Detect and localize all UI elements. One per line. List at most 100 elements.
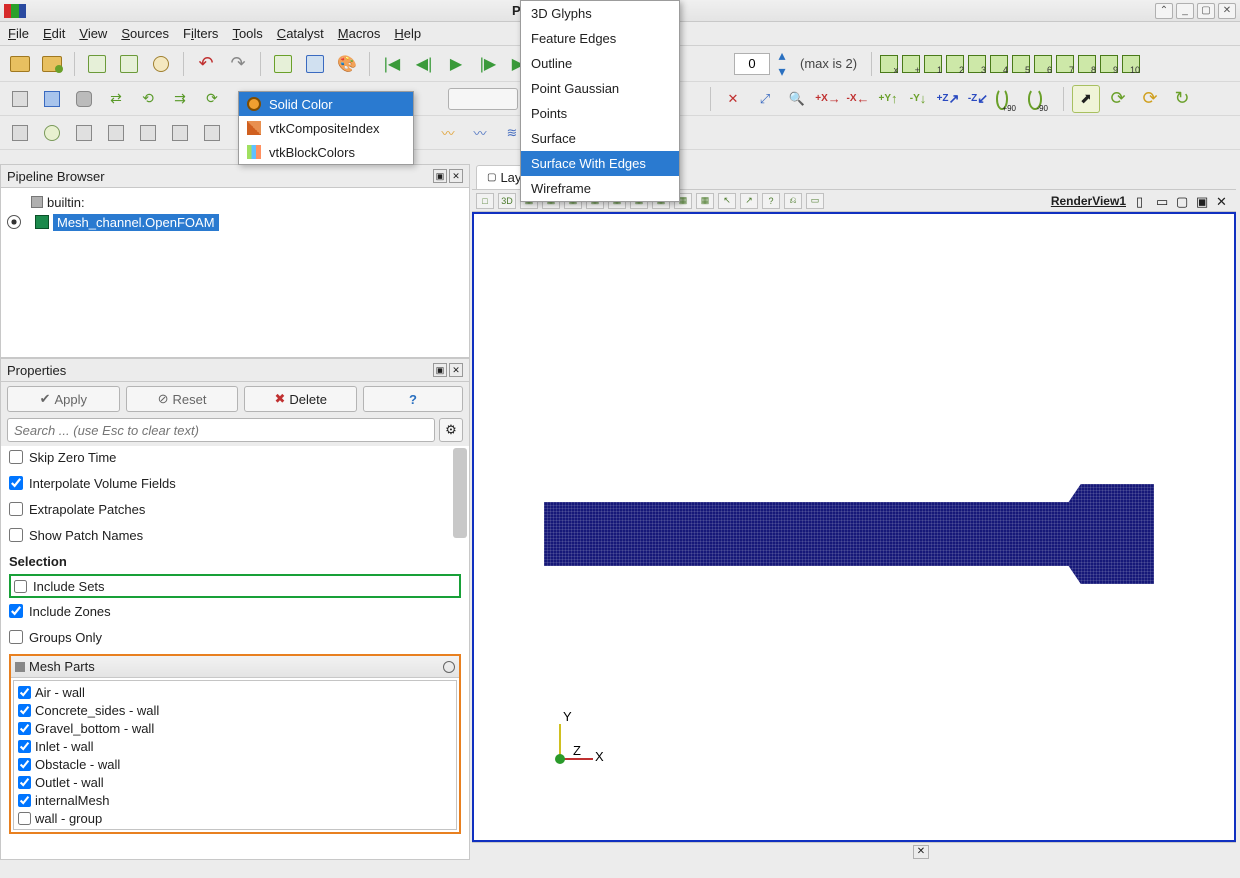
clip-button[interactable]: [70, 119, 98, 147]
interp-row[interactable]: Interpolate Volume Fields: [9, 470, 461, 496]
autoapply-button[interactable]: [269, 50, 297, 78]
slice-button[interactable]: [102, 119, 130, 147]
mesh-part-checkbox[interactable]: [18, 758, 31, 771]
menu-filters[interactable]: Filters: [183, 26, 218, 41]
groups-only-row[interactable]: Groups Only: [9, 624, 461, 650]
mini-tool-11[interactable]: ↖: [718, 193, 736, 209]
repr-option-surface[interactable]: Surface: [521, 126, 679, 151]
mini-tool-13[interactable]: ?: [762, 193, 780, 209]
mesh-part-row[interactable]: Inlet - wall: [18, 737, 452, 755]
plus-y-button[interactable]: +Y↑: [875, 86, 901, 112]
advanced-gear-icon[interactable]: ⚙: [439, 418, 463, 442]
camera-preset-3[interactable]: 3: [968, 55, 986, 73]
help-button[interactable]: ?: [363, 386, 463, 412]
repr-option-wireframe[interactable]: Wireframe: [521, 176, 679, 201]
repr-option-points[interactable]: Points: [521, 101, 679, 126]
split-h-icon[interactable]: ▯: [1136, 194, 1152, 208]
eye-icon[interactable]: [7, 215, 21, 229]
next-frame-button[interactable]: |▶: [474, 50, 502, 78]
mini-tool-15[interactable]: ▭: [806, 193, 824, 209]
mesh-part-checkbox[interactable]: [18, 740, 31, 753]
patchnames-row[interactable]: Show Patch Names: [9, 522, 461, 548]
cube-tool-3[interactable]: [70, 85, 98, 113]
mesh-part-row[interactable]: Obstacle - wall: [18, 755, 452, 773]
pipeline-item[interactable]: Mesh_channel.OpenFOAM: [7, 212, 463, 232]
repr-option-feature-edges[interactable]: Feature Edges: [521, 26, 679, 51]
mini-tool-10[interactable]: ▦: [696, 193, 714, 209]
menu-macros[interactable]: Macros: [338, 26, 381, 41]
close-view-icon[interactable]: ✕: [1216, 194, 1232, 208]
camera-preset-10[interactable]: 10: [1122, 55, 1140, 73]
mesh-part-checkbox[interactable]: [18, 704, 31, 717]
extract-button[interactable]: [166, 119, 194, 147]
color-palette-button[interactable]: 🎨: [333, 50, 361, 78]
advanced-icon[interactable]: [443, 661, 455, 673]
timer-button[interactable]: [147, 50, 175, 78]
minus-x-button[interactable]: -X←: [845, 86, 871, 112]
mini-tool-1[interactable]: 3D: [498, 193, 516, 209]
wave-1-button[interactable]: 〰: [434, 119, 462, 147]
disconnect-button[interactable]: [115, 50, 143, 78]
camera-preset-2[interactable]: 2: [946, 55, 964, 73]
properties-close-icon[interactable]: ✕: [449, 363, 463, 377]
mesh-part-checkbox[interactable]: [18, 776, 31, 789]
pipeline-float-icon[interactable]: ▣: [433, 169, 447, 183]
properties-float-icon[interactable]: ▣: [433, 363, 447, 377]
reset-button[interactable]: ⊘Reset: [126, 386, 239, 412]
connect-button[interactable]: [83, 50, 111, 78]
mini-tool-12[interactable]: ↗: [740, 193, 758, 209]
close-tab-icon[interactable]: ✕: [913, 845, 929, 859]
include-zones-row[interactable]: Include Zones: [9, 598, 461, 624]
menu-tools[interactable]: Tools: [232, 26, 262, 41]
color-option-Solid Color[interactable]: Solid Color: [239, 92, 413, 116]
apply-button[interactable]: ✔Apply: [7, 386, 120, 412]
properties-body[interactable]: Skip Zero Time Interpolate Volume Fields…: [0, 446, 470, 860]
play-button[interactable]: ▶: [442, 50, 470, 78]
plus-x-button[interactable]: +X→: [815, 86, 841, 112]
camera-preset-1[interactable]: 1: [924, 55, 942, 73]
glyph-button[interactable]: [198, 119, 226, 147]
range-tool-2[interactable]: ⟲: [134, 85, 162, 113]
camera-preset-x[interactable]: x: [880, 55, 898, 73]
mesh-part-checkbox[interactable]: [18, 686, 31, 699]
restore-view-icon[interactable]: ▣: [1196, 194, 1212, 208]
time-up[interactable]: ▴: [774, 48, 790, 64]
pipeline-root[interactable]: builtin:: [7, 192, 463, 212]
menu-catalyst[interactable]: Catalyst: [277, 26, 324, 41]
repr-option-outline[interactable]: Outline: [521, 51, 679, 76]
reset-camera-button[interactable]: ✕: [719, 85, 747, 113]
minus-y-button[interactable]: -Y↓: [905, 86, 931, 112]
repr-option-surface-with-edges[interactable]: Surface With Edges: [521, 151, 679, 176]
camera-preset-6[interactable]: 6: [1034, 55, 1052, 73]
scrollbar-thumb[interactable]: [453, 448, 467, 538]
representation-menu[interactable]: 3D GlyphsFeature EdgesOutlinePoint Gauss…: [520, 0, 680, 202]
plus-z-button[interactable]: +Z↗: [935, 86, 961, 112]
color-array-dropdown[interactable]: Solid ColorvtkCompositeIndexvtkBlockColo…: [238, 91, 414, 165]
mesh-part-row[interactable]: Gravel_bottom - wall: [18, 719, 452, 737]
window-maximize-icon[interactable]: ▢: [1197, 3, 1215, 19]
pipeline-browser[interactable]: builtin: Mesh_channel.OpenFOAM: [0, 188, 470, 358]
first-frame-button[interactable]: |◀: [378, 50, 406, 78]
window-shade-icon[interactable]: ⌃: [1155, 3, 1173, 19]
split-v-icon[interactable]: ▭: [1156, 194, 1172, 208]
save-button[interactable]: [38, 50, 66, 78]
menu-edit[interactable]: Edit: [43, 26, 65, 41]
rotate-90n-button[interactable]: -90: [1027, 85, 1055, 113]
zoom-closest-button[interactable]: ⤢: [751, 85, 779, 113]
range-tool-1[interactable]: ⇄: [102, 85, 130, 113]
maximize-view-icon[interactable]: ▢: [1176, 194, 1192, 208]
camera-preset-9[interactable]: 9: [1100, 55, 1118, 73]
repr-option-point-gaussian[interactable]: Point Gaussian: [521, 76, 679, 101]
range-tool-4[interactable]: ⟳: [198, 85, 226, 113]
window-close-icon[interactable]: ✕: [1218, 3, 1236, 19]
axis-toggle-button[interactable]: ⬈: [1072, 85, 1100, 113]
mesh-part-checkbox[interactable]: [18, 794, 31, 807]
mesh-part-checkbox[interactable]: [18, 722, 31, 735]
mini-tool-14[interactable]: ⎌: [784, 193, 802, 209]
refresh-2-button[interactable]: ⟳: [1136, 85, 1164, 113]
camera-preset-5[interactable]: 5: [1012, 55, 1030, 73]
undo-button[interactable]: ↶: [192, 50, 220, 78]
mesh-parts-list[interactable]: Air - wallConcrete_sides - wallGravel_bo…: [13, 680, 457, 830]
threshold-button[interactable]: [134, 119, 162, 147]
camera-preset-7[interactable]: 7: [1056, 55, 1074, 73]
